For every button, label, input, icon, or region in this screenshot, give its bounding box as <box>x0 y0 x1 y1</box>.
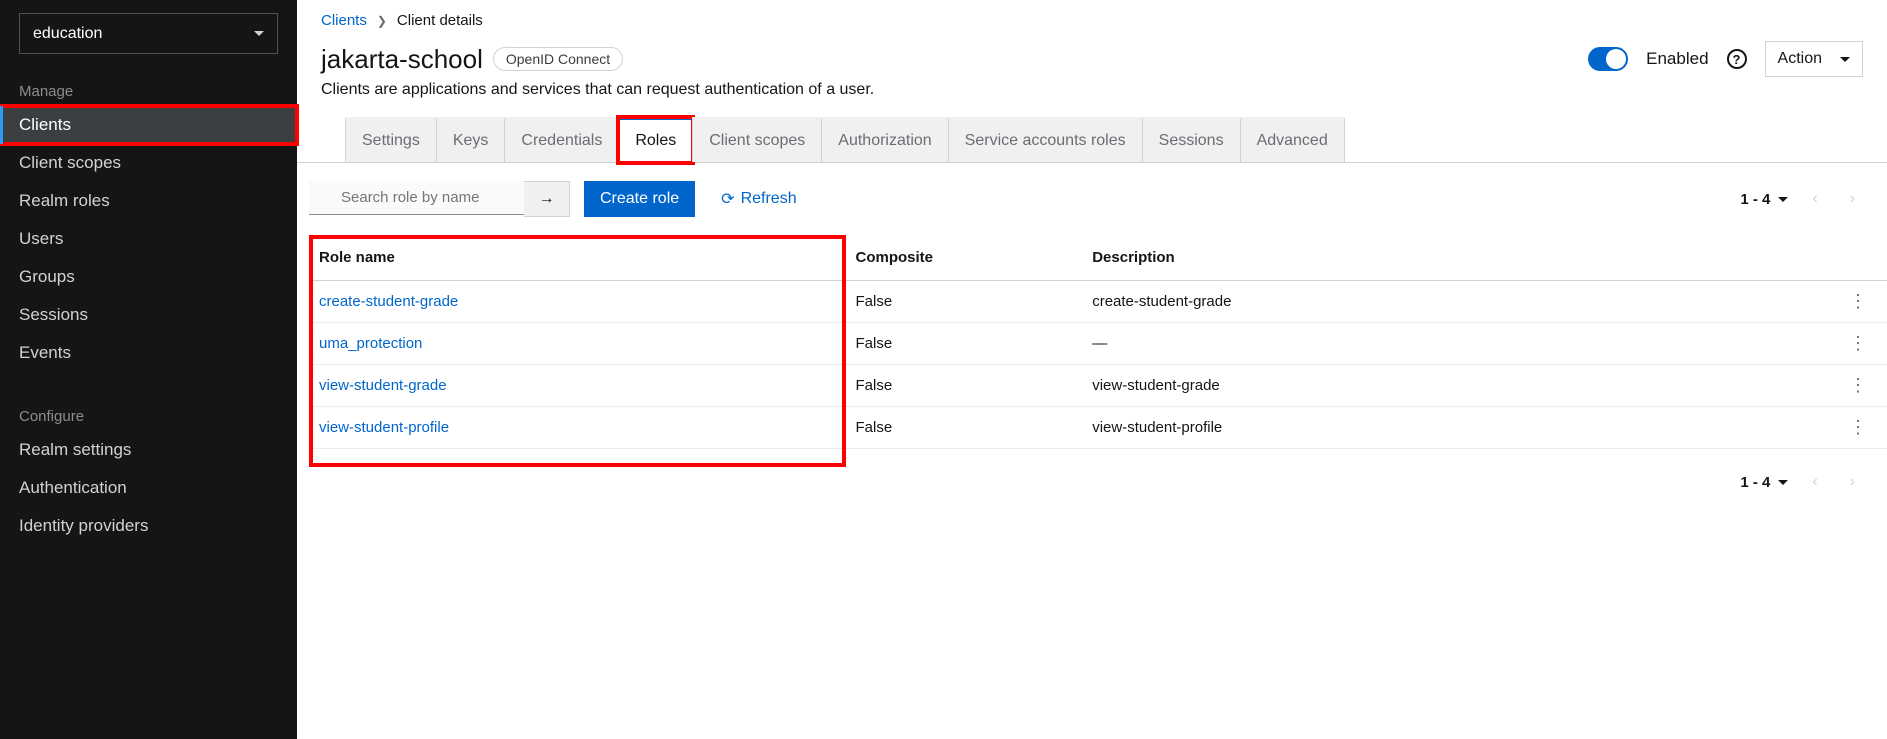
role-description-cell: create-student-grade <box>1082 281 1839 323</box>
toolbar-left: → Create role ⟳ Refresh <box>309 181 797 217</box>
refresh-icon: ⟳ <box>721 189 734 209</box>
pagination-range-text: 1 - 4 <box>1740 191 1770 208</box>
table-row: view-student-gradeFalseview-student-grad… <box>309 365 1887 407</box>
page-header: jakarta-school OpenID Connect Enabled ? … <box>297 29 1887 81</box>
chevron-down-icon <box>1840 57 1850 62</box>
pagination-range-text: 1 - 4 <box>1740 474 1770 491</box>
help-icon[interactable]: ? <box>1727 49 1747 69</box>
role-description-cell: view-student-profile <box>1082 407 1839 449</box>
sidebar-item-sessions[interactable]: Sessions <box>0 296 297 334</box>
sidebar-section-manage: Manage <box>0 77 297 106</box>
realm-selector-label: education <box>33 25 102 43</box>
breadcrumb-root-link[interactable]: Clients <box>321 12 367 29</box>
page-subtitle: Clients are applications and services th… <box>297 81 1887 117</box>
tab-settings[interactable]: Settings <box>345 117 437 162</box>
search-wrapper <box>309 181 524 217</box>
pagination-next-button[interactable]: › <box>1842 473 1863 491</box>
enabled-toggle[interactable] <box>1588 47 1628 71</box>
create-role-button[interactable]: Create role <box>584 181 695 217</box>
pagination-prev-button[interactable]: ‹ <box>1804 190 1825 208</box>
chevron-down-icon <box>1778 480 1788 485</box>
pagination-bottom: 1 - 4 ‹ › <box>297 449 1887 515</box>
role-composite-cell: False <box>846 407 1083 449</box>
table-row: uma_protection False—⋮ <box>309 323 1887 365</box>
table-header-description: Description <box>1082 235 1839 281</box>
sidebar-spacer <box>0 372 297 402</box>
table-header-actions <box>1839 235 1887 281</box>
realm-selector-wrap: education <box>0 0 297 77</box>
role-name-link[interactable]: view-student-grade <box>319 377 447 394</box>
role-description-cell: view-student-grade <box>1082 365 1839 407</box>
role-name-link[interactable]: view-student-profile <box>319 419 449 436</box>
row-kebab-menu[interactable]: ⋮ <box>1839 281 1887 323</box>
table-row: create-student-gradeFalsecreate-student-… <box>309 281 1887 323</box>
role-composite-cell: False <box>846 365 1083 407</box>
search-group: → <box>309 181 570 217</box>
sidebar-item-authentication[interactable]: Authentication <box>0 469 297 507</box>
breadcrumb: Clients ❯ Client details <box>297 0 1887 29</box>
pagination-next-button[interactable]: › <box>1842 190 1863 208</box>
sidebar-manage-nav: ClientsClient scopesRealm rolesUsersGrou… <box>0 106 297 372</box>
tab-roles[interactable]: Roles <box>618 117 693 163</box>
chevron-down-icon <box>254 31 264 36</box>
sidebar-item-client-scopes[interactable]: Client scopes <box>0 144 297 182</box>
row-kebab-menu[interactable]: ⋮ <box>1839 323 1887 365</box>
role-composite-cell: False <box>846 281 1083 323</box>
tab-advanced[interactable]: Advanced <box>1240 117 1345 162</box>
header-controls: Enabled ? Action <box>1588 41 1863 77</box>
protocol-badge: OpenID Connect <box>493 47 623 71</box>
action-dropdown-label: Action <box>1778 50 1822 68</box>
table-row: view-student-profileFalseview-student-pr… <box>309 407 1887 449</box>
sidebar-item-realm-roles[interactable]: Realm roles <box>0 182 297 220</box>
action-dropdown[interactable]: Action <box>1765 41 1863 77</box>
sidebar-section-configure: Configure <box>0 402 297 431</box>
tabs: SettingsKeysCredentialsRolesClient scope… <box>297 117 1887 163</box>
table-header-composite: Composite <box>846 235 1083 281</box>
search-input[interactable] <box>309 181 524 215</box>
role-composite-cell: False <box>846 323 1083 365</box>
sidebar-item-clients[interactable]: Clients <box>0 106 297 144</box>
realm-selector[interactable]: education <box>19 13 278 54</box>
pagination-prev-button[interactable]: ‹ <box>1804 473 1825 491</box>
tab-credentials[interactable]: Credentials <box>504 117 619 162</box>
pagination-top: 1 - 4 ‹ › <box>1740 190 1863 208</box>
chevron-right-icon: ❯ <box>377 14 387 28</box>
table-header-name: Role name <box>309 235 846 281</box>
role-name-link[interactable]: uma_protection <box>319 335 422 352</box>
sidebar-configure-nav: Realm settingsAuthenticationIdentity pro… <box>0 431 297 545</box>
tab-sessions[interactable]: Sessions <box>1142 117 1241 162</box>
row-kebab-menu[interactable]: ⋮ <box>1839 365 1887 407</box>
sidebar-item-users[interactable]: Users <box>0 220 297 258</box>
chevron-down-icon <box>1778 197 1788 202</box>
tab-client-scopes[interactable]: Client scopes <box>692 117 822 162</box>
breadcrumb-current: Client details <box>397 12 483 29</box>
page-title: jakarta-school <box>321 44 483 75</box>
roles-table: Role name Composite Description create-s… <box>309 235 1887 449</box>
refresh-button[interactable]: ⟳ Refresh <box>721 189 796 209</box>
tab-keys[interactable]: Keys <box>436 117 506 162</box>
tab-authorization[interactable]: Authorization <box>821 117 948 162</box>
refresh-label: Refresh <box>741 190 797 208</box>
role-name-link[interactable]: create-student-grade <box>319 293 458 310</box>
toolbar: → Create role ⟳ Refresh 1 - 4 ‹ › <box>297 163 1887 235</box>
pagination-range-dropdown[interactable]: 1 - 4 <box>1740 474 1788 491</box>
sidebar-item-groups[interactable]: Groups <box>0 258 297 296</box>
sidebar-item-identity-providers[interactable]: Identity providers <box>0 507 297 545</box>
sidebar-item-events[interactable]: Events <box>0 334 297 372</box>
enabled-toggle-label: Enabled <box>1646 49 1708 69</box>
sidebar: education Manage ClientsClient scopesRea… <box>0 0 297 739</box>
role-description-cell: — <box>1082 323 1839 365</box>
pagination-bottom-inner: 1 - 4 ‹ › <box>1740 473 1863 491</box>
title-group: jakarta-school OpenID Connect <box>321 44 623 75</box>
pagination-range-dropdown[interactable]: 1 - 4 <box>1740 191 1788 208</box>
row-kebab-menu[interactable]: ⋮ <box>1839 407 1887 449</box>
main-content: Clients ❯ Client details jakarta-school … <box>297 0 1887 739</box>
tab-service-accounts-roles[interactable]: Service accounts roles <box>948 117 1143 162</box>
search-submit-button[interactable]: → <box>524 181 570 217</box>
sidebar-item-realm-settings[interactable]: Realm settings <box>0 431 297 469</box>
